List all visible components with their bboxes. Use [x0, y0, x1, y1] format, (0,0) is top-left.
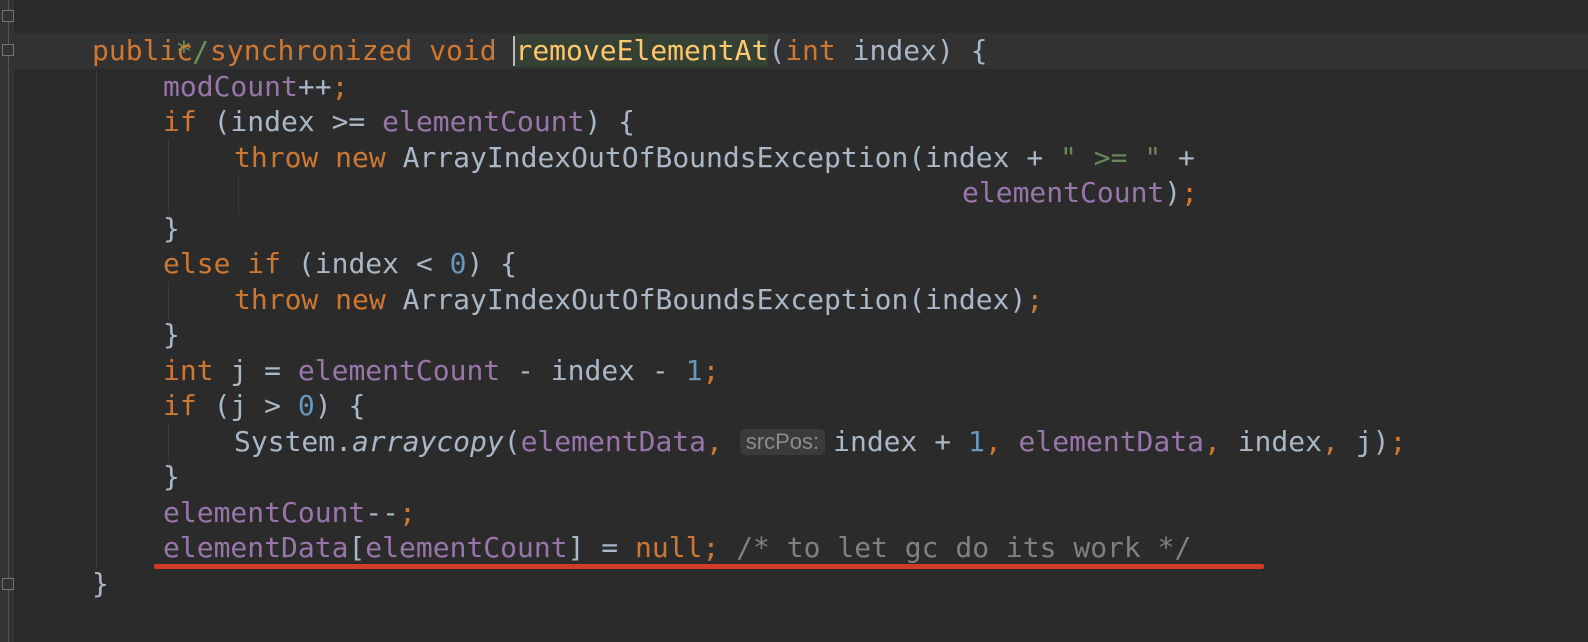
comma: ,	[984, 425, 1002, 458]
code-line: modCount++;	[163, 69, 348, 105]
code-text: (	[503, 425, 521, 458]
keyword: if	[247, 247, 282, 280]
operator: ++	[297, 70, 332, 103]
code-line: else if (index < 0) {	[163, 246, 517, 282]
indent-guide	[168, 282, 169, 320]
brace: }	[163, 318, 180, 351]
code-line: }	[92, 566, 109, 602]
brace: }	[92, 567, 109, 600]
comma: ,	[1203, 425, 1221, 458]
field-ref: elementCount	[163, 496, 366, 529]
editor-gutter	[0, 0, 14, 642]
keyword: else	[163, 247, 231, 280]
comma: ,	[1322, 425, 1339, 458]
code-text: )	[1164, 176, 1182, 209]
keyword: new	[335, 141, 386, 174]
gutter-divider	[8, 0, 9, 642]
code-line: System.arraycopy(elementData, srcPos: ind…	[234, 424, 1406, 460]
code-line: int j = elementCount - index - 1;	[163, 353, 719, 389]
code-text: index +	[833, 425, 968, 458]
code-text: index	[1220, 425, 1322, 458]
comma: ,	[706, 425, 723, 458]
code-text: ) {	[466, 247, 518, 280]
brace: }	[163, 460, 180, 493]
code-line: throw new ArrayIndexOutOfBoundsException…	[234, 282, 1043, 318]
code-line: elementData[elementCount] = null; /* to …	[163, 530, 1191, 566]
semicolon: ;	[702, 531, 720, 564]
keyword: public	[92, 34, 194, 67]
indent-guide	[168, 140, 169, 214]
code-line: }	[163, 211, 180, 247]
semicolon: ;	[331, 70, 349, 103]
code-line: if (j > 0) {	[163, 388, 365, 424]
semicolon: ;	[1181, 176, 1199, 209]
fold-marker-icon[interactable]	[2, 10, 14, 22]
number-literal: 1	[685, 354, 703, 387]
fold-marker-icon[interactable]	[2, 578, 14, 590]
code-line: elementCount);	[962, 175, 1198, 211]
code-text: (index >=	[196, 105, 383, 138]
keyword: void	[429, 34, 497, 67]
code-line: if (index >= elementCount) {	[163, 104, 635, 140]
code-text: +	[1161, 141, 1195, 174]
brace: }	[163, 212, 180, 245]
keyword: new	[335, 283, 386, 316]
keyword: int	[785, 34, 836, 67]
number-literal: 0	[449, 247, 467, 280]
keyword: int	[163, 354, 214, 387]
code-text: ArrayIndexOutOfBoundsException(index +	[402, 141, 1061, 174]
operator: --	[365, 496, 400, 529]
indent-guide	[168, 424, 169, 462]
indent-guide	[238, 176, 239, 214]
keyword: throw	[234, 283, 319, 316]
field-ref: elementCount	[962, 176, 1165, 209]
static-method-call: arraycopy	[352, 425, 504, 458]
field-ref: elementData	[1018, 425, 1204, 458]
code-text: j)	[1338, 425, 1390, 458]
semicolon: ;	[1026, 283, 1044, 316]
code-line: throw new ArrayIndexOutOfBoundsException…	[234, 140, 1195, 176]
semicolon: ;	[702, 354, 720, 387]
indent-guide	[96, 70, 97, 568]
keyword: if	[163, 389, 197, 422]
code-text: ) {	[584, 105, 636, 138]
field-ref: elementData	[163, 531, 349, 564]
code-text: - index -	[500, 354, 686, 387]
code-text: ) {	[314, 389, 366, 422]
keyword: synchronized	[210, 34, 413, 67]
number-literal: 0	[297, 389, 315, 422]
code-text: [	[348, 531, 366, 564]
method-name[interactable]: removeElementAt	[515, 34, 769, 67]
code-text: System.	[234, 425, 353, 458]
keyword: null	[635, 531, 703, 564]
fold-marker-icon[interactable]	[2, 44, 14, 56]
string-literal: " >= "	[1060, 141, 1162, 174]
code-text: ArrayIndexOutOfBoundsException(index)	[402, 283, 1027, 316]
field-ref: elementCount	[382, 105, 585, 138]
field-ref: modCount	[163, 70, 298, 103]
keyword: if	[163, 105, 197, 138]
code-text: j =	[213, 354, 298, 387]
code-line: public synchronized void removeElementAt…	[92, 33, 988, 69]
code-line: elementCount--;	[163, 495, 416, 531]
field-ref: elementData	[520, 425, 707, 458]
code-line: }	[163, 317, 180, 353]
code-text: ) {	[936, 34, 988, 67]
number-literal: 1	[967, 425, 985, 458]
parameter: index	[852, 34, 937, 67]
parameter-hint[interactable]: srcPos:	[739, 429, 826, 455]
inline-comment: /* to let gc do its work */	[736, 531, 1192, 564]
code-line: */	[108, 0, 209, 68]
code-line: }	[163, 459, 180, 495]
code-text: ] =	[567, 531, 636, 564]
semicolon: ;	[1389, 425, 1407, 458]
red-underline-annotation	[154, 564, 1264, 569]
field-ref: elementCount	[365, 531, 568, 564]
code-text: (j >	[196, 389, 298, 422]
code-text: (	[768, 34, 786, 67]
field-ref: elementCount	[297, 354, 501, 387]
code-text: (index <	[281, 247, 450, 280]
semicolon: ;	[399, 496, 416, 529]
keyword: throw	[234, 141, 319, 174]
